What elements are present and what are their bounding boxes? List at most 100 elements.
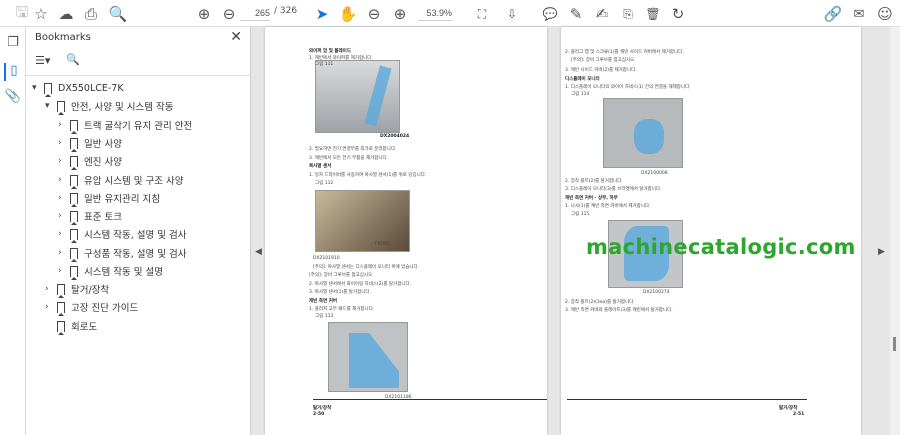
bookmark-item[interactable]: › 구성품 작동, 설명 및 검사 [58,245,187,262]
bookmark-item[interactable]: › 탈거/장착 [45,281,109,298]
bookmark-icon [70,228,78,243]
watermark: machinecatalogic.com [586,235,856,259]
chevron-right-icon[interactable]: › [58,138,70,148]
page-text-line: 그림 115 [571,212,590,217]
next-page-arrow-icon[interactable]: ▶ [878,247,885,257]
page-text-line: DX2100274 [643,290,670,295]
page-text-line: 그림 113 [315,314,334,319]
page-text-line: 1. 디스플레이 모니터의 와이어 하네스(1) 간의 연결을 해제합니다. [565,85,691,90]
next-page-icon[interactable]: ⊖ [219,4,239,24]
bookmark-item[interactable]: › 유압 시스템 및 구조 사양 [58,172,184,189]
footer-title: 탈거/장착 [313,406,332,411]
total-pages: / 326 [274,6,298,16]
bookmark-icon [70,192,78,207]
chevron-right-icon[interactable]: › [58,175,70,185]
select-cursor-icon[interactable]: ➤ [312,4,332,24]
page-text-line: [주의]: 복사열 센서는 디스플레이 모니터 위에 있습니다. [313,265,420,270]
page-text-line: 그림 111 [315,62,334,67]
bookmark-options-icon[interactable]: ☰▾ [35,54,50,67]
account-icon[interactable]: ☺ [875,4,895,24]
chevron-right-icon[interactable]: › [45,302,57,312]
bookmark-icon [57,100,65,115]
bookmark-icon [70,137,78,152]
cloud-upload-icon[interactable]: ☁ [56,4,76,24]
scrollbar[interactable] [890,27,900,435]
scroll-mode-icon[interactable]: ⇩ [502,4,522,24]
document-view[interactable]: ◀ ▶ 와이퍼 암 및 블레이드 1. 캐빈에서 와이퍼를 제거합니다. 그림 11… [251,27,900,435]
bookmarks-title: Bookmarks [35,32,91,43]
page-number-input[interactable] [240,5,270,21]
footer-page: 2-50 [313,412,325,417]
delete-icon[interactable]: 🗑 [643,4,663,24]
page-text-line: DX2100008 [641,171,668,176]
email-icon[interactable]: ✉ [849,4,869,24]
bookmark-item[interactable]: › 고장 진단 가이드 [45,299,139,316]
close-icon[interactable]: ✕ [230,29,242,45]
zoom-level-input[interactable] [418,5,452,21]
bookmark-icon [70,210,78,225]
page-text-line: 2. 필요하면 전기 연결부를 최가로 분리합니다. [309,147,397,152]
page-text-line: 1. 나사(1)를 캐빈 측면 커버에서 제거합니다. [565,204,651,209]
page-2-50: 와이퍼 암 및 블레이드 1. 캐빈에서 와이퍼를 제거합니다. 그림 111 DX2… [265,27,547,435]
bookmark-icon [57,320,65,335]
chevron-down-icon[interactable]: ▾ [32,83,44,93]
chevron-right-icon[interactable]: › [58,120,70,130]
bookmark-label: 고장 진단 가이드 [71,303,139,314]
zoom-in-icon[interactable]: ⊕ [390,4,410,24]
prev-page-arrow-icon[interactable]: ◀ [255,247,262,257]
bookmark-item[interactable]: › 트랙 굴삭기 유지 관리 안전 [58,117,192,134]
bookmark-item[interactable]: › 일반 사양 [58,135,122,152]
bookmarks-panel: Bookmarks ✕ ☰▾ 🔍 ▾ DX550LCE-7K ▾ 안전, 사양 및 시… [26,27,251,435]
page-text-line: 1. 플러저 고무 패드를 제거합니다. [309,307,375,312]
page-text-line: [주의]: 장비 그루브를 참고십시오. [571,58,636,63]
bookmarks-panel-icon[interactable]: ▯ [4,63,22,81]
stamp-icon[interactable]: ⎘ [618,4,638,24]
chevron-right-icon[interactable]: › [58,266,70,276]
chevron-down-icon[interactable]: ▾ [45,101,57,111]
rotate-icon[interactable]: ↻ [668,4,688,24]
page-text-line: 그림 112 [315,181,334,186]
bookmark-item[interactable]: 회로도 [45,318,97,335]
sign-icon[interactable]: ✍ [592,4,612,24]
bookmark-icon [44,82,52,97]
chevron-right-icon[interactable]: › [45,284,57,294]
print-icon[interactable]: ⎙ [81,4,101,24]
bookmark-item[interactable]: › 시스템 작동, 설명 및 검사 [58,226,187,243]
chevron-right-icon[interactable]: › [58,248,70,258]
bookmark-label: 구성품 작동, 설명 및 검사 [84,249,187,260]
chevron-right-icon[interactable]: › [58,193,70,203]
bookmark-search-icon[interactable]: 🔍 [66,53,80,66]
bookmark-item[interactable]: ▾ 안전, 사양 및 시스템 작동 [45,98,174,115]
chevron-right-icon[interactable]: › [58,156,70,166]
page-text-line: 디스플레이 모니터 [565,77,600,82]
bookmark-item[interactable]: › 시스템 작동 및 설명 [58,263,163,280]
page-text-line: 3. 캐빈에서 모든 전기 부품을 제거합니다. [309,156,389,161]
chevron-right-icon[interactable]: › [58,211,70,221]
fit-page-icon[interactable]: ⛶ [472,4,492,24]
page-text-line: DX2101910 [313,256,340,261]
save-icon[interactable]: 🖫 [12,3,32,24]
bookmark-item[interactable]: › 엔진 사양 [58,153,122,170]
bookmark-item[interactable]: › 표준 토크 [58,208,122,225]
comment-icon[interactable]: 💬 [540,4,560,24]
hand-tool-icon[interactable]: ✋ [338,4,358,24]
pages-thumbnail-icon[interactable]: ❐ [4,35,22,53]
bookmark-label: 유압 시스템 및 구조 사양 [84,176,184,187]
bookmark-star-icon[interactable]: ☆ [31,4,51,24]
bookmark-item[interactable]: › 일반 유지관리 지침 [58,190,160,207]
highlight-pen-icon[interactable]: ✎ [566,4,586,24]
previous-page-icon[interactable]: ⊕ [194,4,214,24]
page-text-line: 3. 디스플레이 모니터(3)를 브라켓에서 탈거합니다. [565,187,662,192]
zoom-out-icon[interactable]: ⊖ [364,4,384,24]
link-share-icon[interactable]: 🔗 [823,4,843,24]
page-text-line: 1. 일자 드라이버를 사용하여 복사열 센서(1)를 위로 당깁니다. [309,173,427,178]
bookmark-label: 일반 유지관리 지침 [84,194,160,205]
page-text-line: 캐빈 측면 커버 [309,299,337,304]
chevron-right-icon[interactable]: › [58,229,70,239]
bookmark-item[interactable]: ▾ DX550LCE-7K [32,80,124,97]
toolbar: 🖫 ☆ ☁ ⎙ 🔍 ⊕ ⊖ / 326 ➤ ✋ ⊖ ⊕ ⛶ ⇩ 💬 ✎ ✍ ⎘ … [0,0,900,27]
zoom-search-icon[interactable]: 🔍 [108,4,128,24]
page-text-line: 복사열 센서 [309,164,332,169]
attachments-icon[interactable]: 📎 [4,89,22,107]
page-text-line: 2. 복사열 센서에서 와이어링 하네스(2)를 탈거합니다. [309,282,412,287]
